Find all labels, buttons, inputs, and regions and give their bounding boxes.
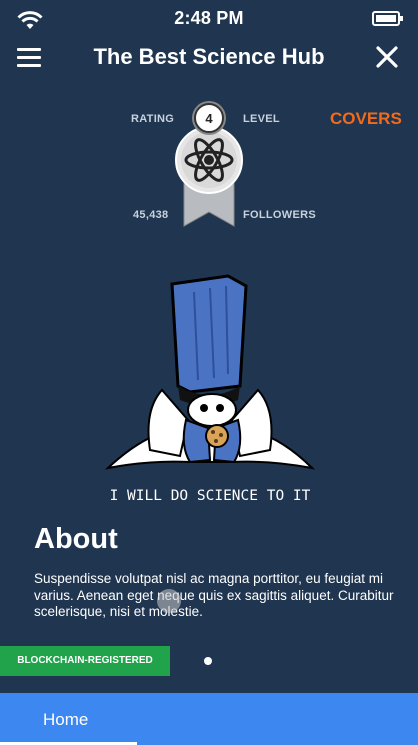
covers-link[interactable]: COVERS [330, 109, 402, 129]
page-title: The Best Science Hub [93, 44, 325, 69]
level-value: 4 [205, 111, 213, 126]
touch-indicator [157, 589, 181, 613]
about-text: Suspendisse volutpat nisl ac magna portt… [34, 571, 394, 619]
followers-count: 45,438 [133, 209, 169, 221]
rating-label: RATING [131, 113, 175, 125]
level-label: LEVEL [243, 113, 280, 125]
followers-label: FOLLOWERS [243, 209, 316, 221]
level-badge: 4 [175, 101, 243, 227]
tab-home[interactable]: Home [0, 693, 137, 745]
tab-home-label: Home [43, 710, 89, 729]
app-header: The Best Science Hub [0, 38, 418, 78]
status-time: 2:48 PM [174, 8, 244, 28]
tab-bar: Home [0, 693, 418, 745]
battery-icon [372, 11, 403, 26]
status-bar: 2:48 PM [0, 0, 418, 38]
hero-caption: I WILL DO SCIENCE TO IT [110, 488, 311, 504]
about-heading: About [34, 523, 118, 555]
close-icon[interactable] [374, 44, 400, 70]
page-indicator-dot[interactable] [204, 657, 212, 665]
blockchain-badge: BLOCKCHAIN-REGISTERED [0, 646, 170, 676]
hero-illustration: I WILL DO SCIENCE TO IT [104, 274, 316, 504]
